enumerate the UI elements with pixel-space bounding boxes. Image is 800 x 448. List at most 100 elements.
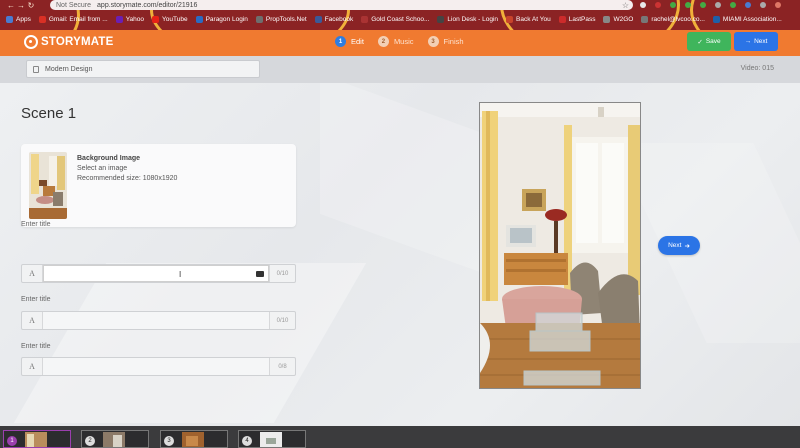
- storymate-logo[interactable]: STORYMATE: [24, 35, 114, 49]
- bookmark-favicon-icon: [195, 15, 203, 23]
- step-music[interactable]: 2 Music: [377, 36, 414, 47]
- bookmark-label: Lion Desk - Login: [447, 15, 499, 23]
- keyboard-icon[interactable]: [256, 271, 264, 277]
- bookmark-item[interactable]: W2GO: [603, 15, 634, 23]
- bookmark-favicon-icon: [603, 15, 611, 23]
- bookmark-favicon-icon: [558, 15, 566, 23]
- back-icon[interactable]: ←: [6, 1, 16, 10]
- next-button[interactable]: → Next: [734, 32, 778, 51]
- title-input[interactable]: [43, 358, 269, 375]
- scene-timeline: 1 2 3 4: [0, 426, 800, 448]
- background-thumbnail[interactable]: [29, 152, 67, 219]
- extension-icon[interactable]: [670, 2, 676, 8]
- background-decoration: [13, 263, 367, 423]
- timeline-scene-4[interactable]: 4: [238, 430, 306, 448]
- select-image-link[interactable]: Select an image: [77, 164, 177, 174]
- bookmark-item[interactable]: Gmail: Email from ...: [38, 15, 108, 23]
- editor-canvas: Scene 1 Background Image Select an image…: [0, 83, 800, 426]
- title-field: A 0/10: [21, 311, 296, 330]
- bookmark-item[interactable]: LastPass: [558, 15, 595, 23]
- next-pill-icon: ➜: [684, 242, 690, 250]
- bookmark-label: W2GO: [613, 15, 634, 23]
- save-icon: ✓: [697, 38, 703, 46]
- char-counter: 0/8: [269, 358, 295, 375]
- step-edit[interactable]: 1 Edit: [335, 36, 364, 47]
- extension-icon[interactable]: [730, 2, 736, 8]
- step-nav: 1 Edit 2 Music 3 Finish: [335, 36, 464, 47]
- save-button[interactable]: ✓ Save: [687, 32, 731, 51]
- step-number: 3: [427, 36, 439, 47]
- bookmark-label: YouTube: [162, 15, 188, 23]
- scene-number: 4: [242, 436, 252, 446]
- bookmark-item[interactable]: YouTube: [152, 15, 188, 23]
- bookmark-favicon-icon: [115, 15, 123, 23]
- logo-ring-icon: [24, 35, 38, 49]
- bookmark-favicon-icon: [314, 15, 322, 23]
- forward-icon[interactable]: →: [16, 1, 26, 10]
- extension-icon[interactable]: [700, 2, 706, 8]
- bookmark-item[interactable]: MIAMI Association...: [712, 15, 782, 23]
- title-input[interactable]: I: [43, 265, 269, 282]
- bookmark-item[interactable]: Yahoo: [115, 15, 145, 23]
- next-pill-label: Next: [668, 242, 682, 249]
- bookmark-label: Yahoo: [125, 15, 145, 23]
- bookmark-item[interactable]: Paragon Login: [195, 15, 248, 23]
- url-text: app.storymate.com/editor/21916: [97, 1, 198, 9]
- timeline-scene-3[interactable]: 3: [160, 430, 228, 448]
- text-style-icon[interactable]: A: [22, 265, 43, 282]
- bookmark-label: Back At You: [516, 15, 551, 23]
- background-heading: Background Image: [77, 155, 141, 162]
- bookmark-item[interactable]: Facebook: [314, 15, 353, 23]
- preview-next-button[interactable]: Next ➜: [658, 236, 700, 255]
- bookmark-favicon-icon: [712, 15, 720, 23]
- step-finish[interactable]: 3 Finish: [427, 36, 464, 47]
- bookmark-item[interactable]: Lion Desk - Login: [437, 15, 499, 23]
- profile-avatar[interactable]: [775, 2, 781, 8]
- bookmark-item[interactable]: rachel@lvcoo.co...: [641, 15, 705, 23]
- scene-thumbnail: [103, 432, 125, 447]
- project-bar: Modern Design Video: 015: [0, 56, 800, 83]
- background-image-card[interactable]: Background Image Select an image Recomme…: [21, 144, 296, 227]
- step-label: Edit: [351, 37, 364, 46]
- step-number: 2: [377, 36, 389, 47]
- text-style-icon[interactable]: A: [22, 358, 43, 375]
- extension-icon[interactable]: [655, 2, 661, 8]
- extension-icons: [640, 0, 781, 10]
- browser-chrome: ← → ↻ Not Secure app.storymate.com/edito…: [0, 0, 800, 30]
- address-bar[interactable]: Not Secure app.storymate.com/editor/2191…: [50, 0, 633, 10]
- bookmark-item[interactable]: Apps: [6, 15, 31, 23]
- extension-icon[interactable]: [640, 2, 646, 8]
- title-input[interactable]: [43, 312, 269, 329]
- bookmark-item[interactable]: PropTools.Net: [255, 15, 307, 23]
- bookmark-favicon-icon: [506, 15, 514, 23]
- text-style-icon[interactable]: A: [22, 312, 43, 329]
- extension-icon[interactable]: [760, 2, 766, 8]
- project-name-field[interactable]: Modern Design: [26, 60, 260, 78]
- reload-icon[interactable]: ↻: [26, 1, 36, 10]
- save-label: Save: [705, 38, 721, 45]
- bookmark-item[interactable]: Back At You: [506, 15, 551, 23]
- extension-icon[interactable]: [715, 2, 721, 8]
- bookmark-label: rachel@lvcoo.co...: [651, 15, 705, 23]
- bookmark-item[interactable]: Gold Coast Schoo...: [361, 15, 430, 23]
- bookmark-label: Gold Coast Schoo...: [371, 15, 430, 23]
- title-field-label: Enter title: [21, 296, 51, 303]
- timeline-scene-1[interactable]: 1: [3, 430, 71, 448]
- project-name: Modern Design: [45, 65, 93, 73]
- star-icon[interactable]: ☆: [622, 1, 629, 10]
- scene-preview[interactable]: [479, 102, 641, 389]
- scene-title: Scene 1: [21, 105, 77, 122]
- title-field: A 0/8: [21, 357, 296, 376]
- next-label: Next: [754, 38, 768, 45]
- scene-thumbnail: [25, 432, 47, 447]
- document-icon: [33, 65, 39, 73]
- timeline-scene-2[interactable]: 2: [81, 430, 149, 448]
- bookmark-label: PropTools.Net: [265, 15, 307, 23]
- bookmark-favicon-icon: [38, 15, 46, 23]
- extension-icon[interactable]: [745, 2, 751, 8]
- background-decoration: [320, 83, 480, 273]
- step-label: Finish: [443, 37, 464, 46]
- char-counter: 0/10: [269, 312, 295, 329]
- extension-icon[interactable]: [685, 2, 691, 8]
- bookmark-label: Apps: [16, 15, 31, 23]
